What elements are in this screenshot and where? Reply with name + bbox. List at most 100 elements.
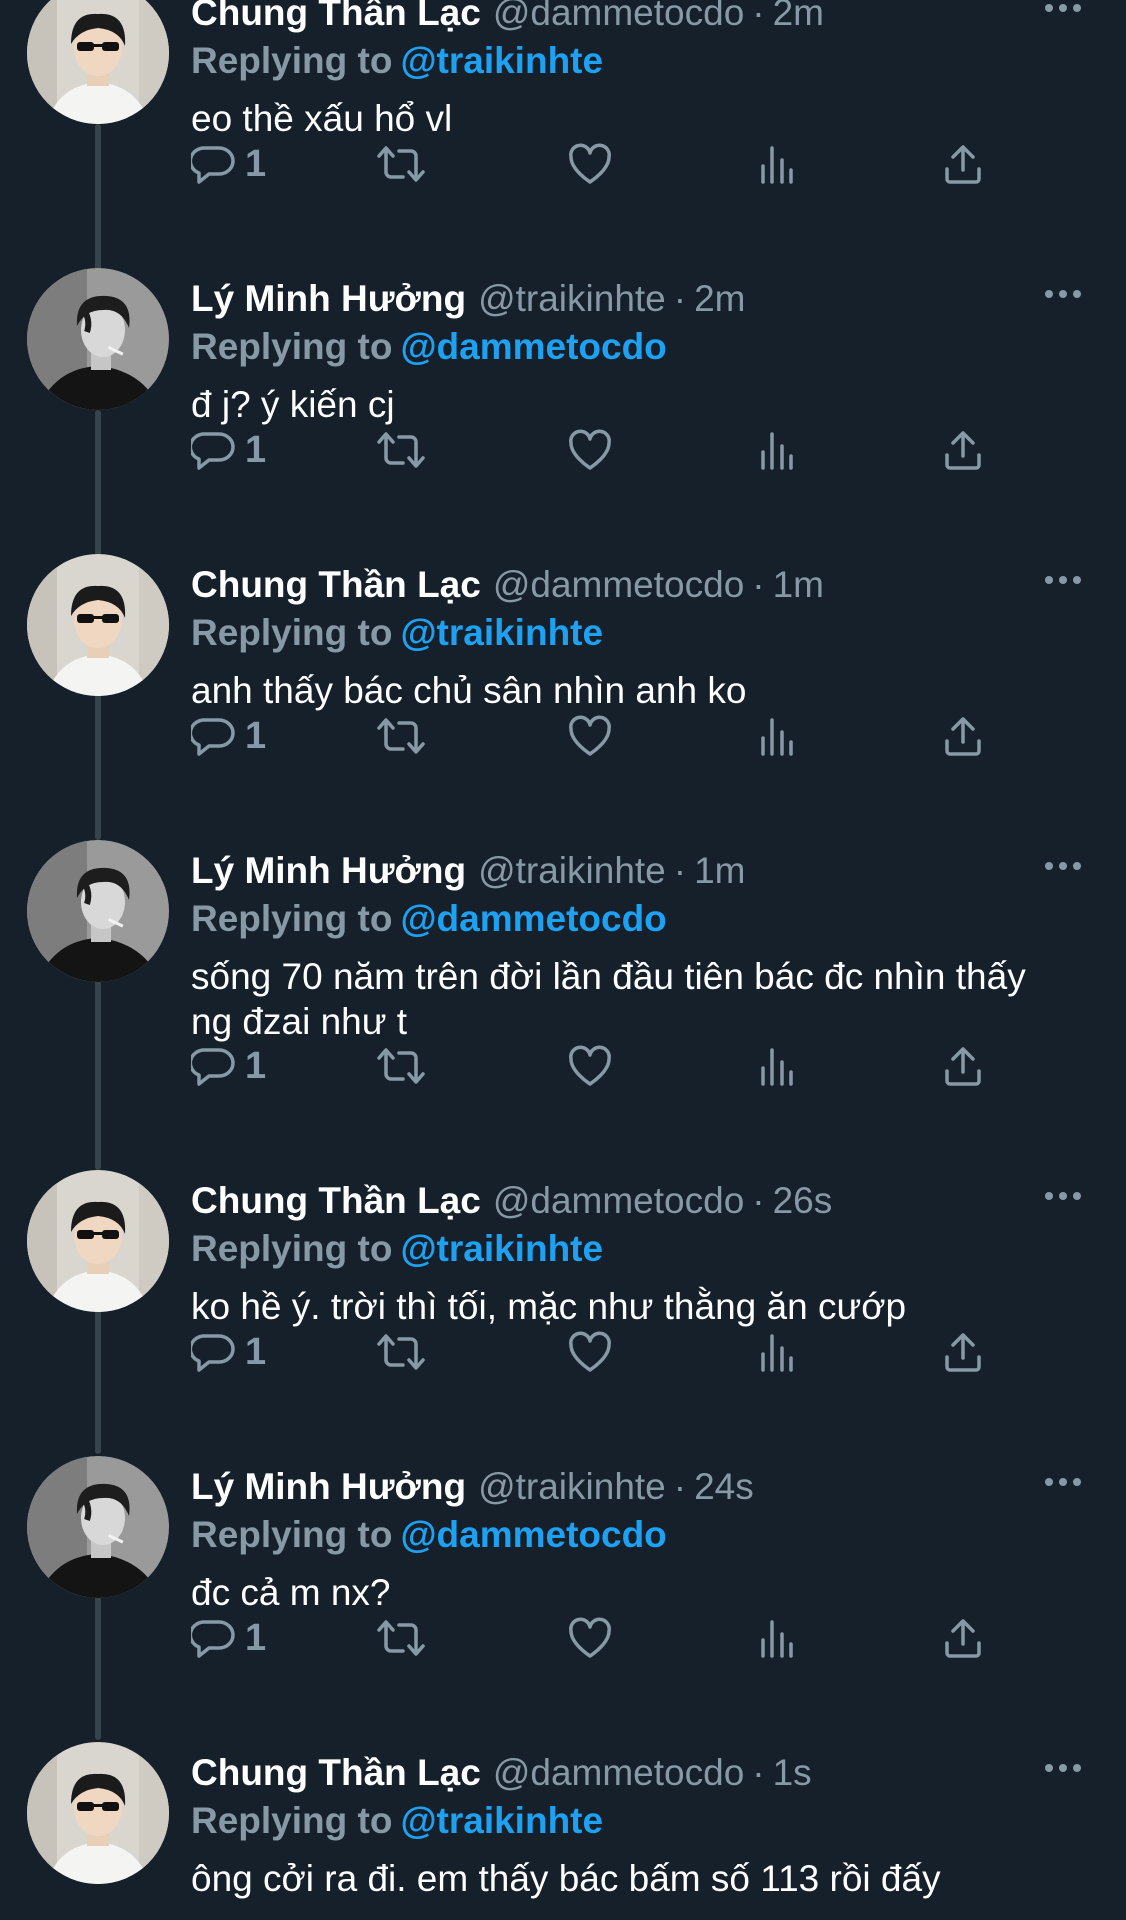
user-handle[interactable]: @dammetocdo: [493, 564, 744, 605]
user-avatar-chung[interactable]: [27, 554, 169, 696]
display-name[interactable]: Lý Minh Hưởng: [191, 1466, 466, 1507]
replying-to-label: Replying to: [191, 326, 393, 367]
analytics-icon: [761, 1334, 793, 1372]
display-name[interactable]: Lý Minh Hưởng: [191, 278, 466, 319]
display-name[interactable]: Chung Thần Lạc: [191, 1752, 481, 1793]
tweet-timestamp[interactable]: 1s: [773, 1752, 812, 1793]
user-avatar-ly[interactable]: [27, 840, 169, 982]
retweet-icon: [377, 718, 425, 754]
display-name[interactable]: Chung Thần Lạc: [191, 564, 481, 605]
heart-icon: [569, 715, 611, 756]
replying-to-handle[interactable]: @traikinhte: [400, 612, 603, 653]
tweet-timestamp[interactable]: 1m: [694, 850, 745, 891]
user-handle[interactable]: @dammetocdo: [493, 1180, 744, 1221]
user-avatar-chung[interactable]: [27, 1742, 169, 1884]
more-options-button[interactable]: [1038, 0, 1088, 28]
retweet-icon: [377, 1620, 425, 1656]
retweet-button[interactable]: [375, 422, 427, 478]
user-handle[interactable]: @traikinhte: [478, 278, 666, 319]
replying-to-line: Replying to @dammetocdo: [191, 324, 667, 370]
tweet-header: Chung Thần Lạc @dammetocdo · 26s: [191, 1178, 832, 1224]
more-options-button[interactable]: [1038, 560, 1088, 600]
tweet-timestamp[interactable]: 1m: [773, 564, 824, 605]
like-button[interactable]: [567, 136, 613, 192]
tweet-header: Chung Thần Lạc @dammetocdo · 1m: [191, 562, 824, 608]
thread-connector-line: [95, 1308, 101, 1454]
user-handle[interactable]: @traikinhte: [478, 1466, 666, 1507]
retweet-icon: [377, 432, 425, 468]
analytics-button[interactable]: [755, 1324, 799, 1380]
user-avatar-chung[interactable]: [27, 0, 169, 124]
thread-connector-line: [95, 410, 101, 556]
replying-to-handle[interactable]: @dammetocdo: [400, 1514, 666, 1555]
user-avatar-ly[interactable]: [27, 268, 169, 410]
like-button[interactable]: [567, 1610, 613, 1666]
more-options-button[interactable]: [1038, 1462, 1088, 1502]
heart-icon: [569, 1331, 611, 1372]
replying-to-handle[interactable]: @dammetocdo: [400, 898, 666, 939]
user-handle[interactable]: @dammetocdo: [493, 1752, 744, 1793]
tweet-thread-screen: Chung Thần Lạc @dammetocdo · 2m Replying to…: [0, 0, 1126, 1920]
share-button[interactable]: [941, 422, 985, 478]
share-button[interactable]: [941, 1038, 985, 1094]
display-name[interactable]: Chung Thần Lạc: [191, 0, 481, 33]
display-name[interactable]: Lý Minh Hưởng: [191, 850, 466, 891]
user-handle[interactable]: @dammetocdo: [493, 0, 744, 33]
tweet-timestamp[interactable]: 2m: [694, 278, 745, 319]
retweet-button[interactable]: [375, 708, 427, 764]
reply-count: 1: [245, 142, 267, 185]
user-avatar-ly[interactable]: [27, 1456, 169, 1598]
more-options-icon: [1045, 1478, 1081, 1486]
tweet-text: đ j? ý kiến cj: [191, 384, 395, 425]
display-name[interactable]: Chung Thần Lạc: [191, 1180, 481, 1221]
tweet-timestamp[interactable]: 26s: [773, 1180, 833, 1221]
replying-to-handle[interactable]: @traikinhte: [400, 40, 603, 81]
like-button[interactable]: [567, 422, 613, 478]
like-button[interactable]: [567, 1038, 613, 1094]
reply-button[interactable]: 1: [191, 422, 266, 478]
more-options-button[interactable]: [1038, 846, 1088, 886]
tweet-text: ông cởi ra đi. em thấy bác bấm số 113 rồ…: [191, 1858, 941, 1899]
reply-count: 1: [245, 714, 267, 757]
analytics-button[interactable]: [755, 1610, 799, 1666]
analytics-button[interactable]: [755, 1038, 799, 1094]
more-options-button[interactable]: [1038, 1176, 1088, 1216]
replying-to-label: Replying to: [191, 612, 393, 653]
share-button[interactable]: [941, 136, 985, 192]
retweet-icon: [377, 1334, 425, 1370]
user-avatar-chung[interactable]: [27, 1170, 169, 1312]
user-handle[interactable]: @traikinhte: [478, 850, 666, 891]
replying-to-handle[interactable]: @traikinhte: [400, 1228, 603, 1269]
reply-count: 1: [245, 1330, 267, 1373]
replying-to-handle[interactable]: @traikinhte: [400, 1800, 603, 1841]
tweet-header: Lý Minh Hưởng @traikinhte · 1m: [191, 848, 746, 894]
share-button[interactable]: [941, 708, 985, 764]
share-button[interactable]: [941, 1324, 985, 1380]
share-button[interactable]: [941, 1610, 985, 1666]
share-icon: [945, 431, 981, 470]
reply-button[interactable]: 1: [191, 708, 266, 764]
reply-button[interactable]: 1: [191, 1610, 266, 1666]
share-icon: [945, 145, 981, 184]
replying-to-handle[interactable]: @dammetocdo: [400, 326, 666, 367]
analytics-button[interactable]: [755, 708, 799, 764]
retweet-button[interactable]: [375, 136, 427, 192]
reply-button[interactable]: 1: [191, 1324, 266, 1380]
more-options-button[interactable]: [1038, 1748, 1088, 1788]
reply-icon: [191, 1334, 235, 1372]
tweet-timestamp[interactable]: 24s: [694, 1466, 754, 1507]
analytics-button[interactable]: [755, 136, 799, 192]
reply-button[interactable]: 1: [191, 1038, 266, 1094]
tweet-text: sống 70 năm trên đời lần đầu tiên bác đc…: [191, 956, 1026, 1042]
replying-to-label: Replying to: [191, 1800, 393, 1841]
like-button[interactable]: [567, 708, 613, 764]
retweet-button[interactable]: [375, 1324, 427, 1380]
tweet-timestamp[interactable]: 2m: [773, 0, 824, 33]
retweet-button[interactable]: [375, 1610, 427, 1666]
reply-button[interactable]: 1: [191, 136, 266, 192]
retweet-button[interactable]: [375, 1038, 427, 1094]
more-options-button[interactable]: [1038, 274, 1088, 314]
analytics-icon: [761, 146, 793, 184]
analytics-button[interactable]: [755, 422, 799, 478]
like-button[interactable]: [567, 1324, 613, 1380]
